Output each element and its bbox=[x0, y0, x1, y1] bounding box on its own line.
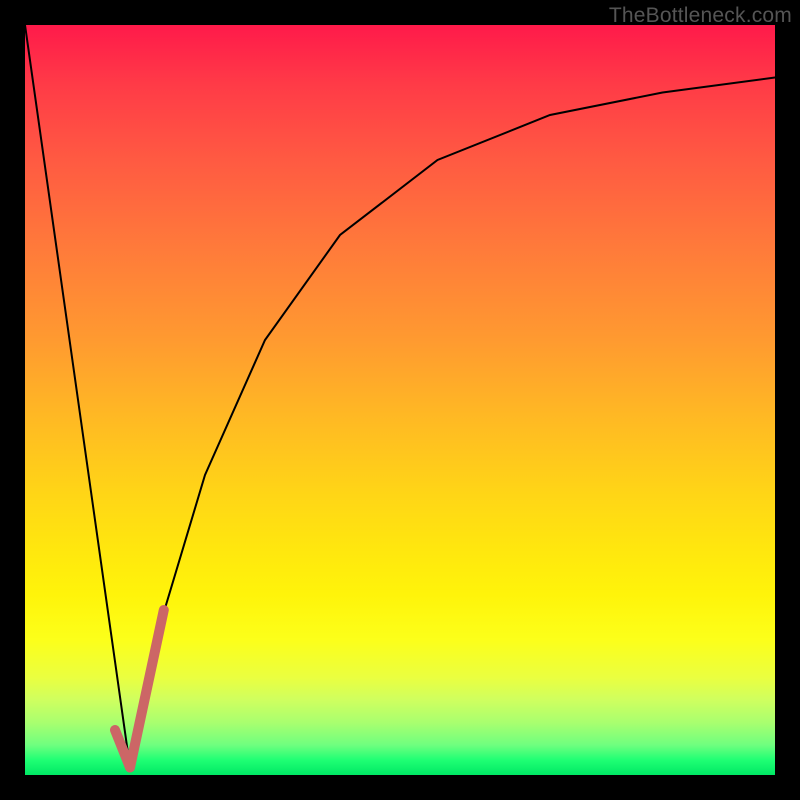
plot-area bbox=[25, 25, 775, 775]
curve-layer bbox=[25, 25, 775, 775]
series-right-branch bbox=[130, 78, 775, 768]
chart-frame: TheBottleneck.com bbox=[0, 0, 800, 800]
series-highlight-notch bbox=[115, 610, 164, 768]
series-left-branch bbox=[25, 25, 130, 768]
